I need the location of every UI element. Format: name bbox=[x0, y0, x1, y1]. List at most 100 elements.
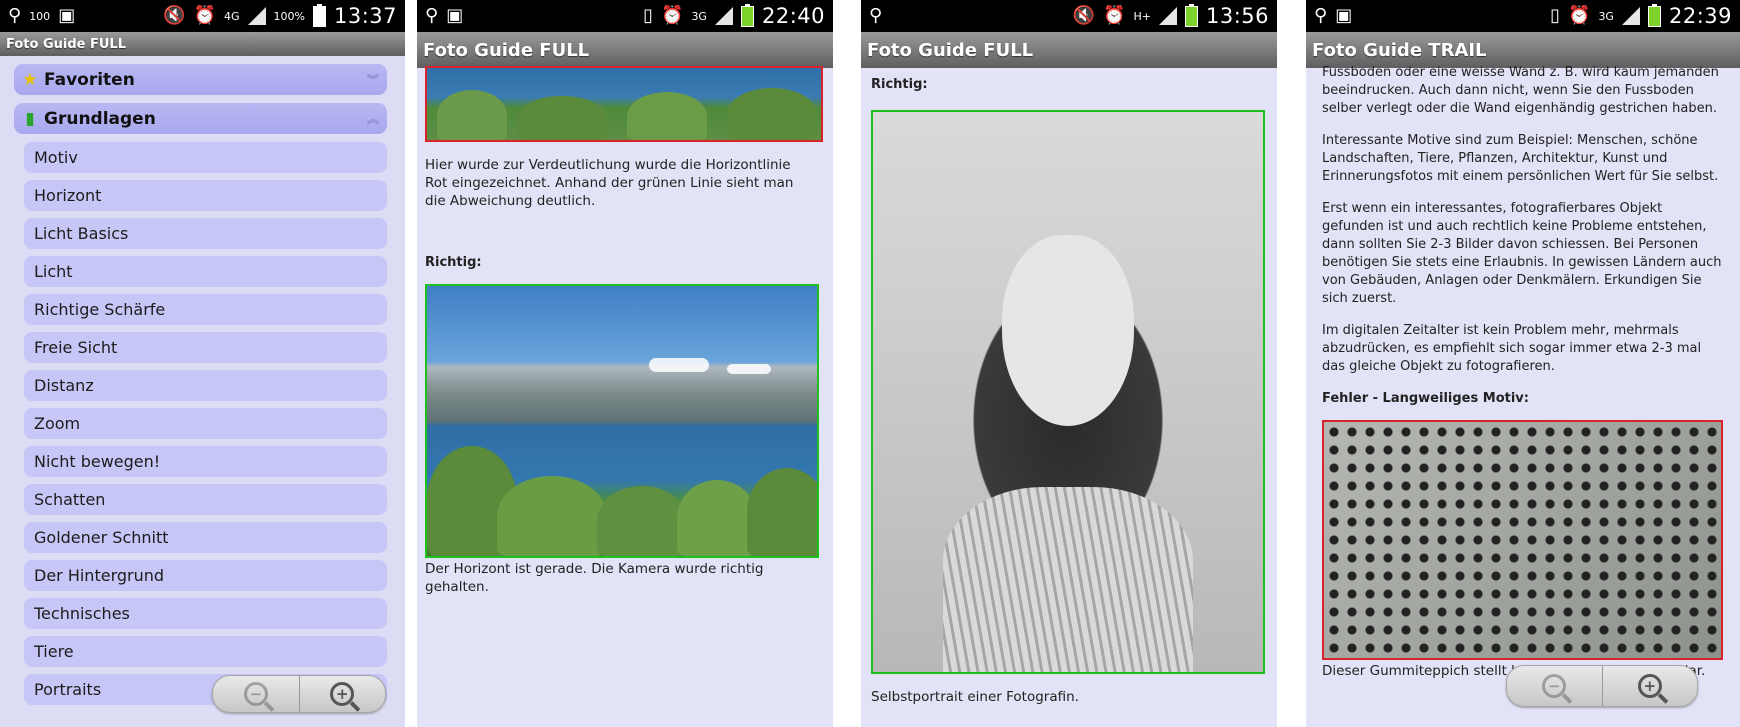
usb-icon: ⚲ bbox=[869, 5, 883, 26]
zoom-out-button[interactable]: − bbox=[1507, 666, 1603, 706]
zoom-in-button[interactable]: + bbox=[1603, 666, 1698, 706]
menu-item-richtige-schaerfe[interactable]: Richtige Schärfe bbox=[24, 294, 387, 325]
menu-item-label: Der Hintergrund bbox=[34, 566, 165, 585]
menu-item-tiere[interactable]: Tiere bbox=[24, 636, 387, 667]
menu-item-label: Licht bbox=[34, 262, 73, 281]
menu-item-label: Richtige Schärfe bbox=[34, 300, 166, 319]
mute-icon: 🔇 bbox=[163, 5, 186, 26]
app-title: Foto Guide FULL bbox=[423, 39, 590, 61]
menu-item-goldener-schnitt[interactable]: Goldener Schnitt bbox=[24, 522, 387, 553]
app-title: Foto Guide TRAIL bbox=[1312, 39, 1487, 61]
menu-item-freie-sicht[interactable]: Freie Sicht bbox=[24, 332, 387, 363]
status-bar: ⚲ 🔇 ⏰ H+ 13:56 bbox=[861, 0, 1277, 32]
image-icon: ▣ bbox=[1335, 5, 1353, 26]
menu-item-label: Licht Basics bbox=[34, 224, 129, 243]
zoom-out-button[interactable]: − bbox=[213, 676, 300, 712]
group-label: Favoriten bbox=[44, 69, 135, 90]
article-content: Fussboden oder eine weisse Wand z. B. wi… bbox=[1306, 64, 1740, 680]
alarm-icon: ⏰ bbox=[193, 5, 216, 26]
group-favoriten[interactable]: ★ Favoriten ︾ bbox=[14, 64, 387, 95]
status-bar: ⚲ 100 ▣ 🔇 ⏰ 4G 100% 13:37 bbox=[0, 0, 405, 32]
paragraph: Im digitalen Zeitalter ist kein Problem … bbox=[1322, 323, 1702, 374]
menu-item-label: Portraits bbox=[34, 680, 102, 699]
group-grundlagen[interactable]: ▮ Grundlagen ︽ bbox=[14, 103, 387, 134]
wrong-horizon-photo bbox=[425, 66, 823, 142]
phone-icon: ▮ bbox=[25, 108, 35, 129]
menu-item-schatten[interactable]: Schatten bbox=[24, 484, 387, 515]
correct-horizon-photo bbox=[425, 284, 819, 558]
group-label: Grundlagen bbox=[44, 108, 156, 129]
menu-item-licht[interactable]: Licht bbox=[24, 256, 387, 287]
menu-item-distanz[interactable]: Distanz bbox=[24, 370, 387, 401]
app-title-bar: Foto Guide FULL bbox=[861, 32, 1277, 68]
menu-item-motiv[interactable]: Motiv bbox=[24, 142, 387, 173]
photo-caption: Selbstportrait einer Fotografin. bbox=[871, 689, 1079, 705]
signal-icon bbox=[1158, 7, 1177, 25]
signal-icon bbox=[1621, 7, 1640, 25]
menu-item-horizont[interactable]: Horizont bbox=[24, 180, 387, 211]
star-icon: ★ bbox=[22, 69, 38, 90]
image-icon: ▣ bbox=[58, 5, 76, 26]
portrait-photo bbox=[871, 110, 1265, 674]
category-menu: ★ Favoriten ︾ ▮ Grundlagen ︽ Motiv Horiz… bbox=[0, 56, 405, 705]
section-label: Richtig: bbox=[425, 255, 482, 270]
battery-charging-icon bbox=[1184, 3, 1198, 27]
section-label: Richtig: bbox=[871, 77, 928, 92]
clock: 22:40 bbox=[761, 4, 825, 28]
screen-motiv: ⚲ ▣ ▯ ⏰ 3G 22:39 Foto Guide TRAIL Fussbo… bbox=[1306, 0, 1740, 727]
battery-charging-icon bbox=[1647, 3, 1661, 27]
screen-menu: ⚲ 100 ▣ 🔇 ⏰ 4G 100% 13:37 Foto Guide FUL… bbox=[0, 0, 405, 727]
cloud bbox=[649, 358, 709, 372]
zoom-out-icon: − bbox=[243, 682, 268, 706]
status-bar: ⚲ ▣ ▯ ⏰ 3G 22:40 bbox=[417, 0, 833, 32]
app-title-bar: Foto Guide FULL bbox=[417, 32, 833, 68]
article-content: Richtig: Selbstportrait einer Fotografin… bbox=[861, 76, 1277, 706]
zoom-out-icon: − bbox=[1542, 674, 1567, 698]
screen-portrait: ⚲ 🔇 ⏰ H+ 13:56 Foto Guide FULL Richtig: … bbox=[861, 0, 1277, 727]
menu-item-label: Zoom bbox=[34, 414, 81, 433]
menu-item-label: Schatten bbox=[34, 490, 106, 509]
paragraph: Fussboden oder eine weisse Wand z. B. wi… bbox=[1322, 65, 1719, 116]
menu-item-technisches[interactable]: Technisches bbox=[24, 598, 387, 629]
menu-item-nicht-bewegen[interactable]: Nicht bewegen! bbox=[24, 446, 387, 477]
chevron-up-icon: ︽ bbox=[366, 112, 379, 126]
network-type: H+ bbox=[1133, 9, 1151, 23]
mute-icon: 🔇 bbox=[1072, 5, 1096, 26]
status-bar: ⚲ ▣ ▯ ⏰ 3G 22:39 bbox=[1306, 0, 1740, 32]
article-content: Hier wurde zur Verdeutlichung wurde die … bbox=[417, 66, 833, 596]
battery-icon bbox=[312, 3, 326, 27]
signal-icon bbox=[714, 7, 733, 25]
alarm-icon: ⏰ bbox=[661, 5, 684, 26]
menu-item-label: Horizont bbox=[34, 186, 102, 205]
zoom-in-icon: + bbox=[330, 682, 355, 706]
menu-item-label: Technisches bbox=[34, 604, 130, 623]
shirt bbox=[943, 487, 1193, 672]
rubber-mat-photo bbox=[1322, 420, 1723, 660]
usb-icon: ⚲ bbox=[8, 5, 22, 26]
menu-item-zoom[interactable]: Zoom bbox=[24, 408, 387, 439]
menu-item-label: Nicht bewegen! bbox=[34, 452, 161, 471]
app-title: Foto Guide FULL bbox=[867, 39, 1034, 61]
menu-item-licht-basics[interactable]: Licht Basics bbox=[24, 218, 387, 249]
alarm-icon: ⏰ bbox=[1568, 5, 1591, 26]
menu-item-label: Freie Sicht bbox=[34, 338, 118, 357]
zoom-in-button[interactable]: + bbox=[300, 676, 386, 712]
menu-item-label: Motiv bbox=[34, 148, 78, 167]
zoom-control: − + bbox=[1506, 665, 1698, 707]
explanation-text: Hier wurde zur Verdeutlichung wurde die … bbox=[425, 157, 794, 209]
paragraph: Interessante Motive sind zum Beispiel: M… bbox=[1322, 133, 1719, 184]
signal-icon bbox=[247, 7, 266, 25]
menu-item-label: Distanz bbox=[34, 376, 94, 395]
face bbox=[1001, 235, 1135, 426]
app-title-bar: Foto Guide FULL bbox=[0, 32, 405, 56]
image-icon: ▣ bbox=[446, 5, 464, 26]
clock: 22:39 bbox=[1668, 4, 1732, 28]
menu-item-label: Goldener Schnitt bbox=[34, 528, 169, 547]
section-label: Fehler - Langweiliges Motiv: bbox=[1322, 391, 1529, 406]
cloud bbox=[727, 364, 771, 374]
menu-item-der-hintergrund[interactable]: Der Hintergrund bbox=[24, 560, 387, 591]
network-type: 4G bbox=[223, 9, 240, 23]
notification-badge: 100 bbox=[29, 9, 51, 23]
usb-icon: ⚲ bbox=[425, 5, 439, 26]
vibrate-icon: ▯ bbox=[1550, 5, 1561, 26]
